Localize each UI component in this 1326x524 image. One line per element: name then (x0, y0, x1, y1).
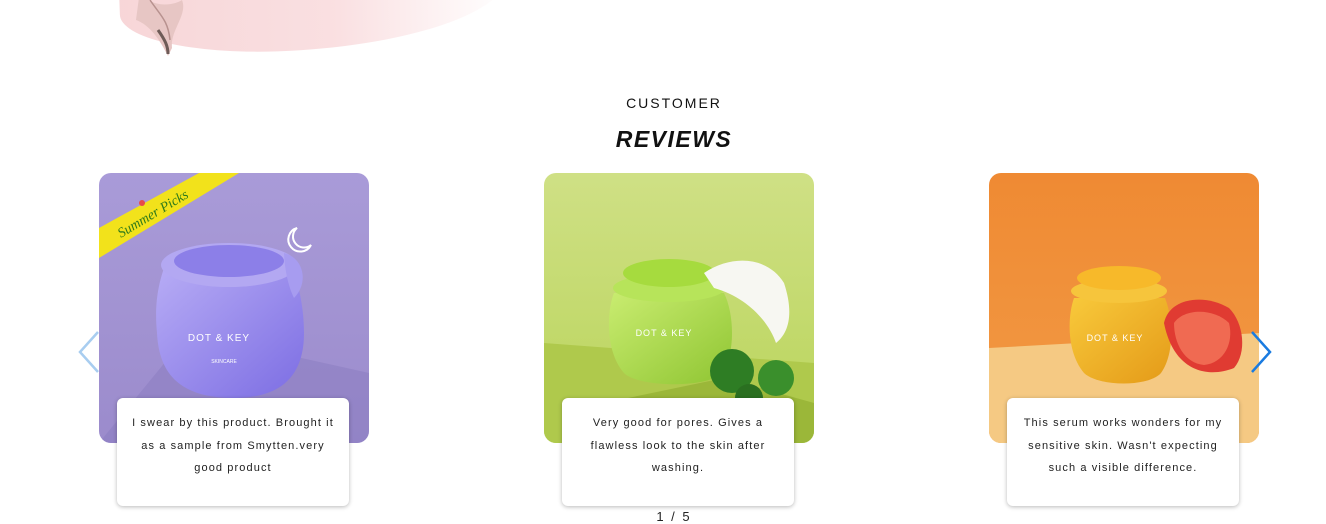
section-title: REVIEWS (615, 126, 733, 152)
review-text-card: I swear by this product. Brought it as a… (117, 398, 349, 506)
review-text-card: This serum works wonders for my sensitiv… (1007, 398, 1239, 506)
chevron-left-icon[interactable] (76, 330, 102, 374)
chevron-right-icon[interactable] (1248, 330, 1274, 374)
svg-text:SKINCARE: SKINCARE (211, 359, 237, 365)
jar-brand-label: DOT & KEY (188, 333, 250, 344)
jar-brand-label: DOT & KEY (636, 328, 693, 338)
section-eyebrow: CUSTOMER (626, 95, 722, 111)
jar-brand-label: DOT & KEY (1087, 333, 1144, 343)
flower-decoration (136, 0, 184, 56)
review-text-card: Very good for pores. Gives a flawless lo… (562, 398, 794, 506)
